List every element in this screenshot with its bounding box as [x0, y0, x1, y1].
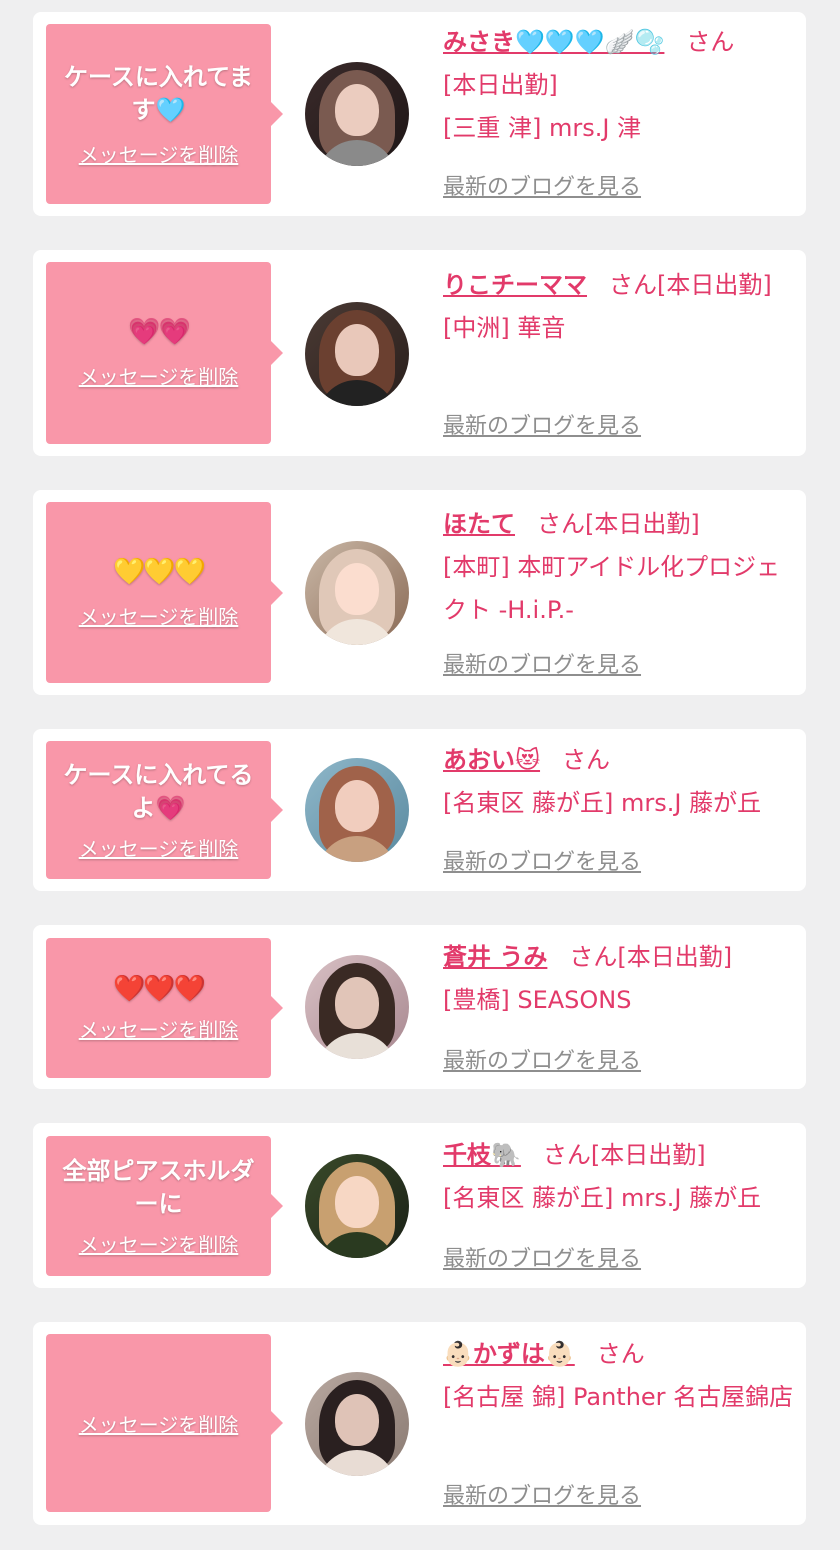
attendance-text: [本日出勤]	[657, 271, 772, 299]
avatar[interactable]	[305, 1372, 409, 1476]
cast-info: あおい😻 さん [名東区 藤が丘] mrs.J 藤が丘	[443, 739, 795, 825]
cast-name-link[interactable]: みさき🩵🩵🩵🪽🫧	[443, 28, 664, 56]
san-label: さん	[562, 746, 611, 774]
avatar[interactable]	[305, 302, 409, 406]
name-line: 蒼井 うみ さん[本日出勤]	[443, 936, 795, 979]
latest-blog-link[interactable]: 最新のブログを見る	[443, 844, 641, 876]
message-bubble: 💗💗 メッセージを削除	[46, 262, 283, 444]
latest-blog-link[interactable]: 最新のブログを見る	[443, 169, 641, 201]
delete-message-link[interactable]: メッセージを削除	[79, 601, 239, 630]
latest-blog-link[interactable]: 最新のブログを見る	[443, 647, 641, 679]
cast-card: ケースに入れてます🩵 メッセージを削除 みさき🩵🩵🩵🪽🫧 さん [本日出勤] [三…	[33, 12, 806, 216]
latest-blog-link[interactable]: 最新のブログを見る	[443, 408, 641, 440]
cast-info: りこチーママ さん[本日出勤] [中洲] 華音	[443, 264, 795, 350]
delete-message-link[interactable]: メッセージを削除	[79, 833, 239, 862]
message-text: ❤️❤️❤️	[112, 974, 206, 1004]
name-line: あおい😻 さん	[443, 739, 795, 782]
shop-text: [本町] 本町アイドル化プロジェクト -H.i.P.-	[443, 553, 781, 624]
cast-name-link[interactable]: あおい😻	[443, 746, 540, 774]
delete-message-link[interactable]: メッセージを削除	[79, 139, 239, 168]
latest-blog-link[interactable]: 最新のブログを見る	[443, 1241, 641, 1273]
cast-info: みさき🩵🩵🩵🪽🫧 さん [本日出勤] [三重 津] mrs.J 津	[443, 21, 795, 150]
message-text: ケースに入れてます🩵	[64, 62, 253, 124]
shop-text: [中洲] 華音	[443, 314, 566, 342]
cast-info: 蒼井 うみ さん[本日出勤] [豊橋] SEASONS	[443, 936, 795, 1022]
attendance-text: [本日出勤]	[443, 71, 558, 99]
cast-name-link[interactable]: 千枝🐘	[443, 1141, 521, 1169]
message-bubble: 💛💛💛 メッセージを削除	[46, 502, 283, 683]
latest-blog-link[interactable]: 最新のブログを見る	[443, 1478, 641, 1510]
avatar[interactable]	[305, 1154, 409, 1258]
san-label: さん	[542, 1141, 591, 1169]
delete-message-link[interactable]: メッセージを削除	[79, 1229, 239, 1258]
cast-name-link[interactable]: ほたて	[443, 510, 515, 538]
latest-blog-link[interactable]: 最新のブログを見る	[443, 1043, 641, 1075]
cast-card: ❤️❤️❤️ メッセージを削除 蒼井 うみ さん[本日出勤] [豊橋] SEASO…	[33, 925, 806, 1089]
shop-text: [三重 津] mrs.J 津	[443, 114, 642, 142]
delete-message-link[interactable]: メッセージを削除	[79, 1014, 239, 1043]
shop-text: [名古屋 錦] Panther 名古屋錦店	[443, 1383, 794, 1411]
san-label: さん	[686, 28, 735, 56]
message-bubble: メッセージを削除	[46, 1334, 283, 1512]
delete-message-link[interactable]: メッセージを削除	[79, 1409, 239, 1438]
san-label: さん	[609, 271, 657, 299]
attendance-text: [本日出勤]	[617, 943, 733, 971]
message-bubble: 全部ピアスホルダーに メッセージを削除	[46, 1136, 283, 1276]
message-bubble: ❤️❤️❤️ メッセージを削除	[46, 938, 283, 1078]
cast-info: ほたて さん[本日出勤] [本町] 本町アイドル化プロジェクト -H.i.P.-	[443, 503, 795, 632]
name-line: 👶🏻かずは👶🏻 さん	[443, 1333, 795, 1376]
message-text: 💗💗	[128, 317, 191, 347]
name-line: 千枝🐘 さん[本日出勤]	[443, 1134, 795, 1177]
san-label: さん	[537, 510, 585, 538]
attendance-text: [本日出勤]	[590, 1141, 706, 1169]
name-line: りこチーママ さん[本日出勤]	[443, 264, 795, 307]
delete-message-link[interactable]: メッセージを削除	[79, 361, 239, 390]
cast-name-link[interactable]: 蒼井 うみ	[443, 943, 547, 971]
avatar[interactable]	[305, 955, 409, 1059]
avatar[interactable]	[305, 541, 409, 645]
attendance-text: [本日出勤]	[585, 510, 700, 538]
name-line: ほたて さん[本日出勤]	[443, 503, 795, 546]
avatar[interactable]	[305, 62, 409, 166]
cast-name-link[interactable]: りこチーママ	[443, 271, 587, 299]
san-label: さん	[596, 1340, 645, 1368]
cast-card: ケースに入れてるよ💗 メッセージを削除 あおい😻 さん [名東区 藤が丘] mrs…	[33, 729, 806, 891]
avatar[interactable]	[305, 758, 409, 862]
shop-text: [名東区 藤が丘] mrs.J 藤が丘	[443, 789, 762, 817]
message-bubble: ケースに入れてます🩵 メッセージを削除	[46, 24, 283, 204]
cast-card: 💛💛💛 メッセージを削除 ほたて さん[本日出勤] [本町] 本町アイドル化プロジ…	[33, 490, 806, 695]
shop-text: [名東区 藤が丘] mrs.J 藤が丘	[443, 1184, 762, 1212]
shop-text: [豊橋] SEASONS	[443, 986, 632, 1014]
cast-info: 👶🏻かずは👶🏻 さん [名古屋 錦] Panther 名古屋錦店	[443, 1333, 795, 1419]
cast-card: メッセージを削除 👶🏻かずは👶🏻 さん [名古屋 錦] Panther 名古屋錦店…	[33, 1322, 806, 1525]
message-bubble: ケースに入れてるよ💗 メッセージを削除	[46, 741, 283, 879]
cast-info: 千枝🐘 さん[本日出勤] [名東区 藤が丘] mrs.J 藤が丘	[443, 1134, 795, 1220]
cast-card: 全部ピアスホルダーに メッセージを削除 千枝🐘 さん[本日出勤] [名東区 藤が丘…	[33, 1123, 806, 1288]
message-text: ケースに入れてるよ💗	[63, 760, 254, 822]
message-text: 💛💛💛	[112, 556, 206, 587]
san-label: さん	[569, 943, 618, 971]
message-text: 全部ピアスホルダーに	[62, 1156, 255, 1218]
cast-name-link[interactable]: 👶🏻かずは👶🏻	[443, 1340, 575, 1368]
cast-card: 💗💗 メッセージを削除 りこチーママ さん[本日出勤] [中洲] 華音 最新のブロ…	[33, 250, 806, 456]
name-line: みさき🩵🩵🩵🪽🫧 さん	[443, 21, 795, 64]
